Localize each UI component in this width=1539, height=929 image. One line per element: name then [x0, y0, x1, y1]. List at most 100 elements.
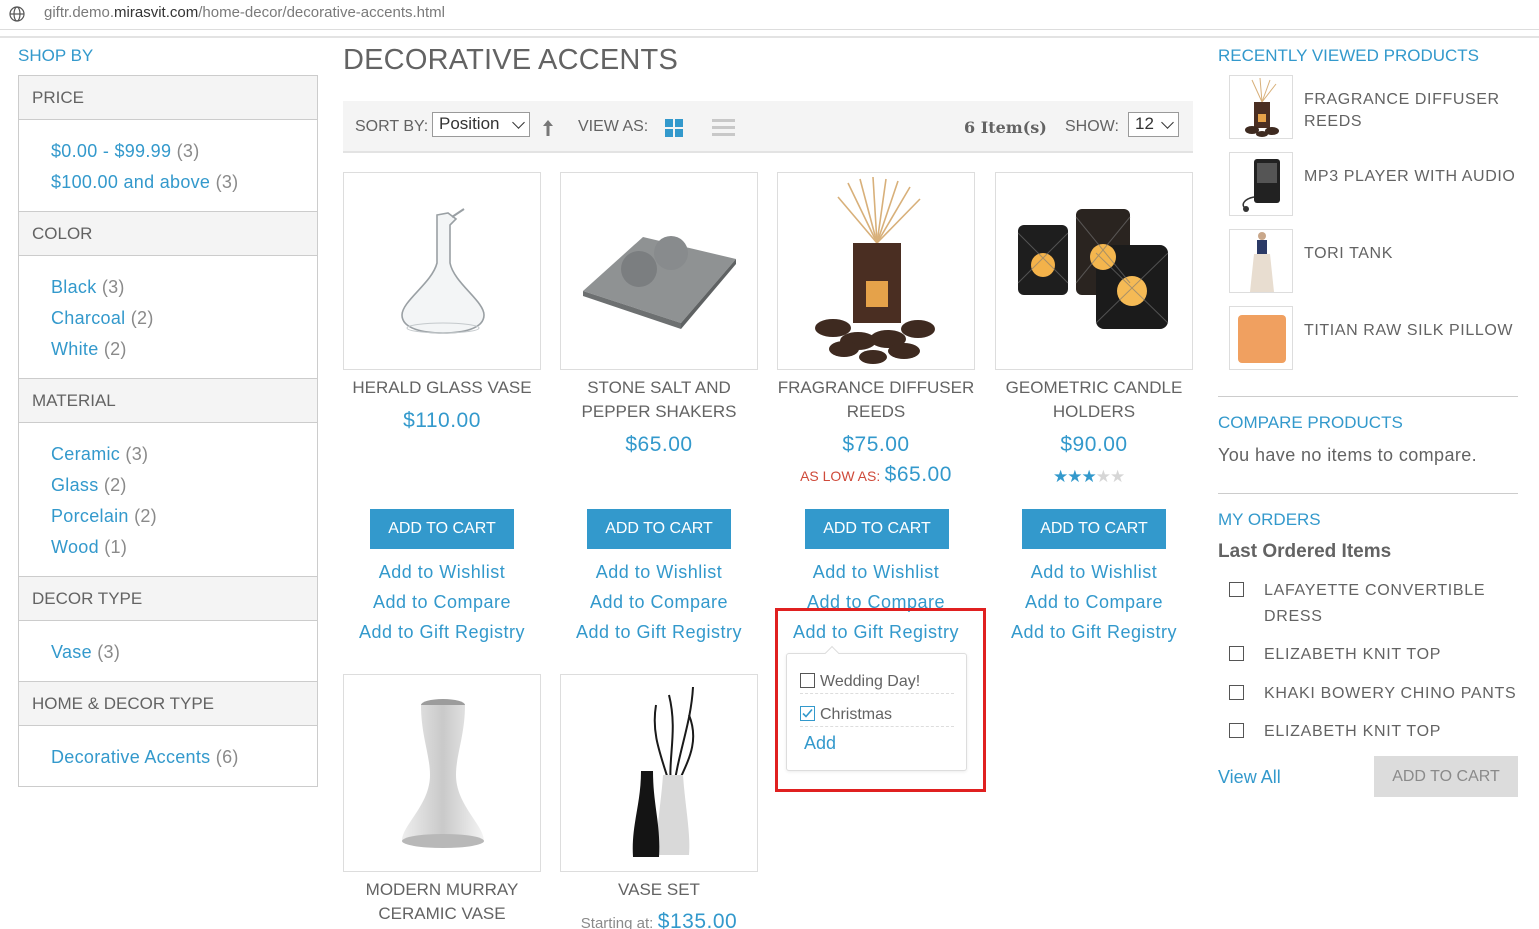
product-name[interactable]: STONE SALT AND PEPPER SHAKERS	[560, 376, 758, 424]
add-to-gift-registry-link[interactable]: Add to Gift Registry	[560, 617, 758, 647]
add-to-compare-link[interactable]: Add to Compare	[560, 587, 758, 617]
add-to-compare-link[interactable]: Add to Compare	[343, 587, 541, 617]
recently-viewed-item[interactable]: MP3 PLAYER WITH AUDIO	[1229, 152, 1529, 216]
filter-option[interactable]: Charcoal (2)	[51, 306, 317, 330]
filter-heading-home-decor-type[interactable]: HOME & DECOR TYPE	[19, 682, 317, 726]
last-ordered-name[interactable]: ELIZABETH KNIT TOP	[1229, 719, 1529, 745]
add-to-wishlist-link[interactable]: Add to Wishlist	[995, 557, 1193, 587]
product-price: $65.00	[625, 433, 693, 456]
filter-heading-material[interactable]: MATERIAL	[19, 379, 317, 423]
limit-select[interactable]: 12	[1128, 112, 1179, 137]
product-name[interactable]: MODERN MURRAY CERAMIC VASE	[343, 878, 541, 926]
shop-by-title: SHOP BY	[18, 46, 94, 65]
product-card: FRAGRANCE DIFFUSER REEDS $75.00 AS LOW A…	[777, 172, 975, 487]
filter-option[interactable]: Black (3)	[51, 275, 317, 299]
recently-viewed-name[interactable]: TORI TANK	[1304, 243, 1529, 265]
add-to-wishlist-link[interactable]: Add to Wishlist	[777, 557, 975, 587]
layered-navigation: PRICE $0.00 - $99.99 (3) $100.00 and abo…	[18, 75, 318, 787]
filter-option[interactable]: White (2)	[51, 337, 317, 361]
last-ordered-checkbox[interactable]	[1229, 723, 1244, 738]
last-ordered-name[interactable]: KHAKI BOWERY CHINO PANTS	[1229, 681, 1529, 707]
sort-label: SORT BY:	[355, 118, 429, 135]
recently-viewed-item[interactable]: FRAGRANCE DIFFUSER REEDS	[1229, 75, 1529, 139]
url-text[interactable]: giftr.demo.mirasvit.com/home-decor/decor…	[44, 4, 445, 21]
recently-viewed-thumbnail[interactable]	[1229, 229, 1293, 293]
sort-direction-arrow-icon[interactable]	[542, 119, 554, 137]
list-view-icon[interactable]	[712, 119, 735, 137]
filter-heading-color[interactable]: COLOR	[19, 212, 317, 256]
product-price: $90.00	[1060, 433, 1128, 456]
recently-viewed-name[interactable]: FRAGRANCE DIFFUSER REEDS	[1304, 89, 1529, 133]
view-as-label: VIEW AS:	[578, 118, 649, 135]
product-name[interactable]: GEOMETRIC CANDLE HOLDERS	[995, 376, 1193, 424]
address-bar[interactable]: giftr.demo.mirasvit.com/home-decor/decor…	[0, 0, 1539, 30]
recently-viewed-name[interactable]: TITIAN RAW SILK PILLOW	[1304, 320, 1529, 342]
sidebar-add-to-cart-button[interactable]: ADD TO CART	[1374, 756, 1518, 797]
filter-option[interactable]: Glass (2)	[51, 473, 317, 497]
product-name[interactable]: VASE SET	[560, 878, 758, 902]
recently-viewed-thumbnail[interactable]	[1229, 306, 1293, 370]
filter-heading-decor-type[interactable]: DECOR TYPE	[19, 577, 317, 621]
recently-viewed-thumbnail[interactable]	[1229, 75, 1293, 139]
filter-option[interactable]: Vase (3)	[51, 640, 317, 664]
page-title: DECORATIVE ACCENTS	[343, 44, 679, 76]
filter-option[interactable]: $0.00 - $99.99 (3)	[51, 139, 317, 163]
product-image-modern-murray-vase[interactable]	[343, 674, 541, 872]
filter-heading-price[interactable]: PRICE	[19, 76, 317, 120]
divider	[1218, 493, 1518, 494]
last-ordered-name[interactable]: LAFAYETTE CONVERTIBLE DRESS	[1229, 578, 1529, 630]
grid-view-icon[interactable]	[665, 119, 683, 137]
add-to-wishlist-link[interactable]: Add to Wishlist	[560, 557, 758, 587]
sort-select[interactable]: Position	[432, 112, 530, 137]
add-to-cart-button[interactable]: ADD TO CART	[370, 509, 514, 549]
add-to-cart-button[interactable]: ADD TO CART	[1022, 509, 1166, 549]
as-low-as-label: AS LOW AS:	[800, 468, 881, 484]
star-icon: ★	[1053, 467, 1068, 486]
product-name[interactable]: HERALD GLASS VASE	[343, 376, 541, 400]
product-price: $135.00	[657, 910, 738, 929]
recently-viewed-name[interactable]: MP3 PLAYER WITH AUDIO	[1304, 166, 1529, 188]
filter-option[interactable]: Ceramic (3)	[51, 442, 317, 466]
filter-option[interactable]: $100.00 and above (3)	[51, 170, 317, 194]
as-low-as: AS LOW AS: $65.00	[777, 463, 975, 487]
as-low-as-price: $65.00	[884, 463, 952, 486]
item-count: 6 Item(s)	[964, 118, 1047, 137]
add-to-compare-link[interactable]: Add to Compare	[995, 587, 1193, 617]
add-to-gift-registry-link[interactable]: Add to Gift Registry	[343, 617, 541, 647]
last-ordered-checkbox[interactable]	[1229, 582, 1244, 597]
starting-at-label: Starting at:	[580, 915, 654, 929]
divider	[1218, 396, 1518, 397]
product-image-stone-salt-pepper[interactable]	[560, 172, 758, 370]
last-ordered-checkbox[interactable]	[1229, 646, 1244, 661]
add-to-cart-button[interactable]: ADD TO CART	[805, 509, 949, 549]
add-to-gift-registry-link[interactable]: Add to Gift Registry	[995, 617, 1193, 647]
product-card: HERALD GLASS VASE $110.00	[343, 172, 541, 433]
star-icon: ★	[1067, 467, 1082, 486]
filter-option[interactable]: Wood (1)	[51, 535, 317, 559]
product-image-fragrance-diffuser[interactable]	[777, 172, 975, 370]
add-to-wishlist-link[interactable]: Add to Wishlist	[343, 557, 541, 587]
star-icon: ★	[1110, 467, 1125, 486]
view-all-link[interactable]: View All	[1218, 767, 1281, 788]
product-links: Add to Wishlist Add to Compare Add to Gi…	[343, 557, 541, 647]
last-ordered-checkbox[interactable]	[1229, 685, 1244, 700]
last-ordered-name[interactable]: ELIZABETH KNIT TOP	[1229, 642, 1529, 668]
product-name[interactable]: FRAGRANCE DIFFUSER REEDS	[777, 376, 975, 424]
product-links: Add to Wishlist Add to Compare Add to Gi…	[560, 557, 758, 647]
last-ordered-item: KHAKI BOWERY CHINO PANTS	[1229, 681, 1529, 707]
recently-viewed-thumbnail[interactable]	[1229, 152, 1293, 216]
product-image-herald-glass-vase[interactable]	[343, 172, 541, 370]
catalog-toolbar: SORT BY: Position VIEW AS: 6 Item(s) SHO…	[343, 101, 1193, 153]
compare-empty-text: You have no items to compare.	[1218, 445, 1478, 465]
last-ordered-item: ELIZABETH KNIT TOP	[1229, 719, 1529, 745]
add-to-cart-button[interactable]: ADD TO CART	[587, 509, 731, 549]
recently-viewed-item[interactable]: TITIAN RAW SILK PILLOW	[1229, 306, 1529, 370]
last-ordered-item: LAFAYETTE CONVERTIBLE DRESS	[1229, 578, 1529, 630]
filter-option[interactable]: Porcelain (2)	[51, 504, 317, 528]
star-icon: ★	[1081, 467, 1097, 486]
filter-option[interactable]: Decorative Accents (6)	[51, 745, 317, 769]
recently-viewed-item[interactable]: TORI TANK	[1229, 229, 1529, 293]
product-image-vase-set[interactable]	[560, 674, 758, 872]
product-price: $75.00	[842, 433, 910, 456]
product-image-geometric-candle-holders[interactable]	[995, 172, 1193, 370]
